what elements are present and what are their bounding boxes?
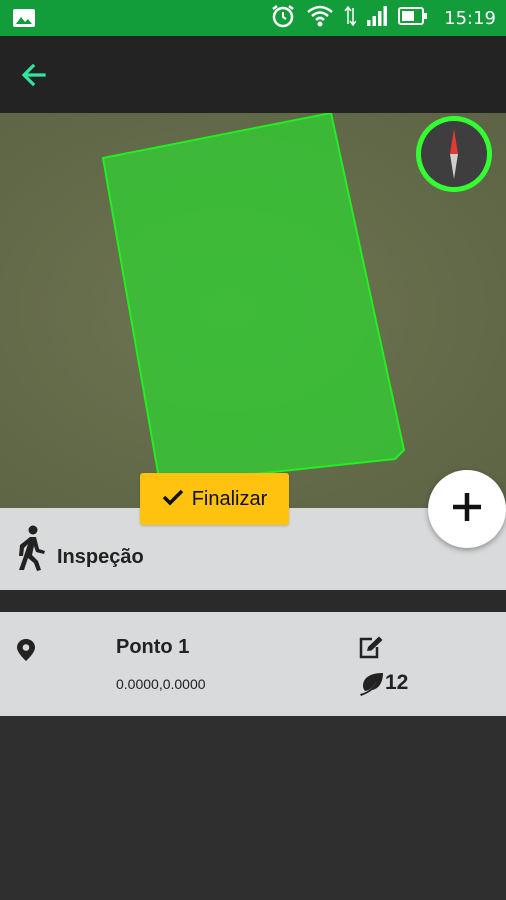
clock: 15:19 (444, 7, 496, 29)
inspection-label: Inspeção (57, 546, 144, 568)
signal-icon (366, 5, 388, 32)
finalize-button[interactable]: Finalizar (140, 473, 289, 525)
point-coords: 0.0000,0.0000 (116, 676, 206, 692)
walking-person-icon (14, 525, 48, 576)
leaf-icon (358, 672, 384, 701)
status-icons: 15:19 (270, 0, 496, 36)
compass-button[interactable] (416, 116, 492, 192)
status-bar: 15:19 (0, 0, 506, 36)
wifi-icon (306, 4, 334, 33)
data-arrows-icon (344, 5, 357, 32)
app-bar (0, 36, 506, 113)
alarm-icon (270, 3, 296, 34)
battery-icon (398, 6, 428, 31)
location-pin-icon (16, 638, 36, 667)
check-icon (162, 488, 184, 511)
field-polygon (101, 113, 406, 486)
arrow-left-icon[interactable] (18, 59, 50, 91)
gallery-icon (12, 7, 36, 34)
plus-icon (451, 491, 483, 528)
empty-list-area (0, 716, 506, 900)
point-count: 12 (385, 671, 409, 694)
add-button[interactable] (428, 470, 506, 548)
compass-icon (421, 121, 487, 187)
edit-icon[interactable] (358, 636, 384, 665)
point-card[interactable]: Ponto 1 0.0000,0.0000 12 (0, 612, 506, 716)
finalize-label: Finalizar (191, 487, 268, 510)
point-name: Ponto 1 (116, 636, 190, 658)
divider (0, 590, 506, 612)
